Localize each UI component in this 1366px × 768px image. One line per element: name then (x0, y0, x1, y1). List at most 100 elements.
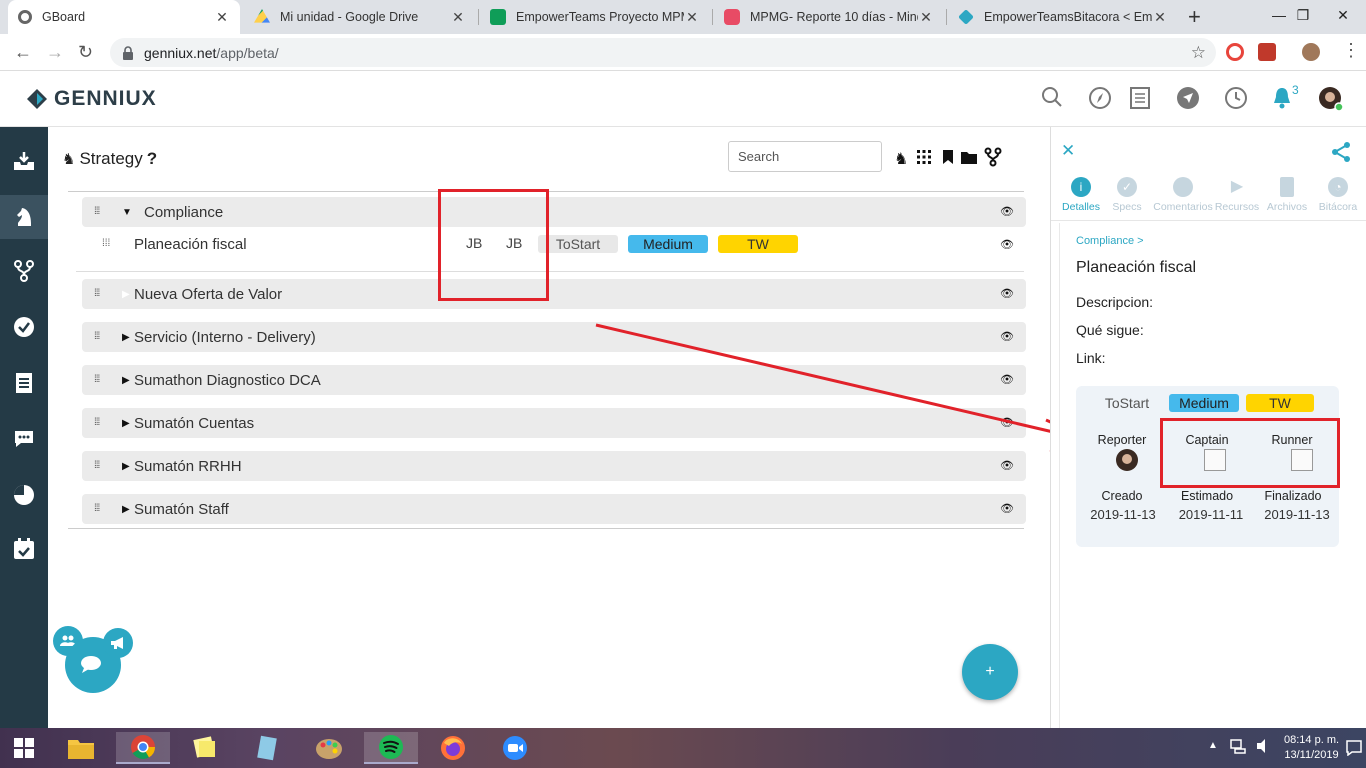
tab-bitacora[interactable]: EmpowerTeamsBitacora < Emp ✕ (948, 0, 1178, 34)
list-item[interactable]: ⁞⁞⁞ ▶ Nueva Oferta de Valor 👁 (82, 279, 1026, 309)
bell-icon[interactable] (1270, 86, 1294, 110)
list-item[interactable]: ⁞⁞⁞ ▶ Sumatón Cuentas 👁 (82, 408, 1026, 438)
tray-expand-icon[interactable]: ▲ (1208, 740, 1218, 751)
system-clock[interactable]: 08:14 p. m. 13/11/2019 (1284, 733, 1339, 763)
folder-icon[interactable] (960, 149, 978, 170)
drag-handle-icon[interactable]: ⁞⁞⁞ (94, 207, 108, 217)
fork-icon[interactable] (984, 147, 1002, 172)
list-item[interactable]: ⁞⁞⁞ ▶ Sumatón RRHH 👁 (82, 451, 1026, 481)
drag-handle-icon[interactable]: ⁞⁞⁞ (102, 239, 116, 249)
search-icon[interactable] (1040, 86, 1064, 110)
eye-icon[interactable]: 👁 (1000, 459, 1014, 472)
list-item[interactable]: ⁞⁞⁞ ▼ Compliance 👁 (82, 197, 1026, 227)
volume-icon[interactable] (1256, 738, 1272, 759)
windows-start-button[interactable] (0, 732, 48, 764)
tag-badge[interactable]: TW (1246, 394, 1314, 412)
drag-handle-icon[interactable]: ⁞⁞⁞ (94, 504, 108, 514)
caret-right-icon[interactable]: ▶ (122, 418, 132, 429)
tag-badge[interactable]: TW (718, 235, 798, 253)
paint-icon[interactable] (302, 732, 356, 764)
zoom-icon[interactable] (488, 732, 542, 764)
close-icon[interactable]: ✕ (1061, 141, 1075, 161)
drag-handle-icon[interactable]: ⁞⁞⁞ (94, 332, 108, 342)
list-item[interactable]: ⁞⁞⁞ ▶ Sumatón Staff 👁 (82, 494, 1026, 524)
eye-icon[interactable]: 👁 (1000, 330, 1014, 343)
eye-icon[interactable]: 👁 (1000, 205, 1014, 218)
reporter-avatar[interactable] (1116, 449, 1138, 476)
tab-google-drive[interactable]: Mi unidad - Google Drive ✕ (244, 0, 476, 34)
sidebar-item-inbox[interactable] (0, 139, 48, 183)
extension-icon[interactable] (1226, 43, 1244, 61)
user-avatar[interactable] (1318, 86, 1344, 112)
drag-handle-icon[interactable]: ⁞⁞⁞ (94, 461, 108, 471)
eye-icon[interactable]: 👁 (1000, 373, 1014, 386)
announcements-button[interactable] (103, 628, 133, 658)
bookmark-icon[interactable] (942, 149, 954, 170)
back-arrow-icon[interactable]: ← (14, 42, 32, 63)
caret-right-icon[interactable]: ▶ (122, 461, 132, 472)
file-explorer-icon[interactable] (54, 732, 108, 764)
sticky-notes-icon[interactable] (178, 732, 232, 764)
close-icon[interactable]: ✕ (684, 9, 700, 26)
share-icon[interactable] (1331, 141, 1351, 168)
close-icon[interactable]: ✕ (450, 9, 466, 26)
tab-bitacora[interactable]: ◔ Bitácora (1308, 177, 1366, 213)
chrome-icon[interactable] (116, 732, 170, 764)
sidebar-item-calendar[interactable] (0, 527, 48, 571)
eye-icon[interactable]: 👁 (1000, 287, 1014, 300)
eye-icon[interactable]: 👁 (1000, 502, 1014, 515)
status-badge[interactable]: ToStart (538, 235, 618, 253)
priority-badge[interactable]: Medium (1169, 394, 1239, 412)
sidebar-item-tasks[interactable] (0, 305, 48, 349)
close-icon[interactable]: ✕ (214, 9, 230, 26)
window-close-button[interactable]: ✕ (1320, 0, 1366, 30)
tab-mindmeister[interactable]: MPMG- Reporte 10 días - Mind ✕ (714, 0, 944, 34)
profile-avatar[interactable] (1302, 43, 1320, 61)
caret-down-icon[interactable]: ▼ (122, 207, 132, 218)
tab-specs[interactable]: ✓ Specs (1097, 177, 1157, 213)
close-icon[interactable]: ✕ (918, 9, 934, 26)
sidebar-item-chat[interactable] (0, 417, 48, 461)
new-tab-button[interactable]: + (1188, 4, 1201, 30)
sidebar-item-strategy[interactable] (0, 195, 48, 239)
navigation-icon[interactable] (1176, 86, 1200, 110)
eye-icon[interactable]: 👁 (1000, 416, 1014, 429)
firefox-icon[interactable] (426, 732, 480, 764)
pdf-extension-icon[interactable] (1258, 43, 1276, 61)
notes-icon[interactable] (1128, 86, 1152, 110)
sidebar-item-reports[interactable] (0, 473, 48, 517)
help-icon[interactable]: ? (147, 149, 157, 169)
tab-comentarios[interactable]: Comentarios (1152, 177, 1214, 213)
notifications-icon[interactable] (1346, 740, 1362, 761)
breadcrumb[interactable]: Compliance > (1076, 235, 1144, 247)
spotify-icon[interactable] (364, 732, 418, 764)
eye-icon[interactable]: 👁 (1000, 238, 1014, 251)
add-button[interactable]: + (962, 644, 1018, 700)
list-item[interactable]: ⁞⁞⁞ ▶ Servicio (Interno - Delivery) 👁 (82, 322, 1026, 352)
sidebar-item-flows[interactable] (0, 249, 48, 293)
network-icon[interactable] (1230, 738, 1246, 759)
address-bar[interactable]: genniux.net /app/beta/ ☆ (110, 38, 1216, 67)
chess-knight-icon[interactable]: ♞ (894, 149, 908, 169)
tab-gboard[interactable]: GBoard ✕ (8, 0, 240, 34)
caret-right-icon[interactable]: ▶ (122, 375, 132, 386)
search-input[interactable] (728, 141, 882, 172)
caret-right-icon[interactable]: ▶ (122, 332, 132, 343)
drag-handle-icon[interactable]: ⁞⁞⁞ (94, 375, 108, 385)
forward-arrow-icon[interactable]: → (46, 42, 64, 63)
drag-handle-icon[interactable]: ⁞⁞⁞ (94, 418, 108, 428)
caret-right-icon[interactable]: ▶ (122, 504, 132, 515)
task-row[interactable]: ⁞⁞⁞ Planeación fiscal JB JB ToStart Medi… (90, 230, 1026, 258)
bookmark-star-icon[interactable]: ☆ (1191, 43, 1206, 63)
priority-badge[interactable]: Medium (628, 235, 708, 253)
clock-icon[interactable] (1224, 86, 1248, 110)
sidebar-item-notes[interactable] (0, 361, 48, 405)
status-badge[interactable]: ToStart (1092, 394, 1162, 412)
compass-icon[interactable] (1088, 86, 1112, 110)
genniux-logo[interactable]: GENNIUX (26, 87, 157, 111)
caret-right-icon[interactable]: ▶ (122, 289, 132, 300)
grid-icon[interactable] (916, 149, 932, 170)
list-item[interactable]: ⁞⁞⁞ ▶ Sumathon Diagnostico DCA 👁 (82, 365, 1026, 395)
browser-menu-icon[interactable]: ⋮ (1342, 40, 1360, 61)
notepad-icon[interactable] (240, 732, 294, 764)
